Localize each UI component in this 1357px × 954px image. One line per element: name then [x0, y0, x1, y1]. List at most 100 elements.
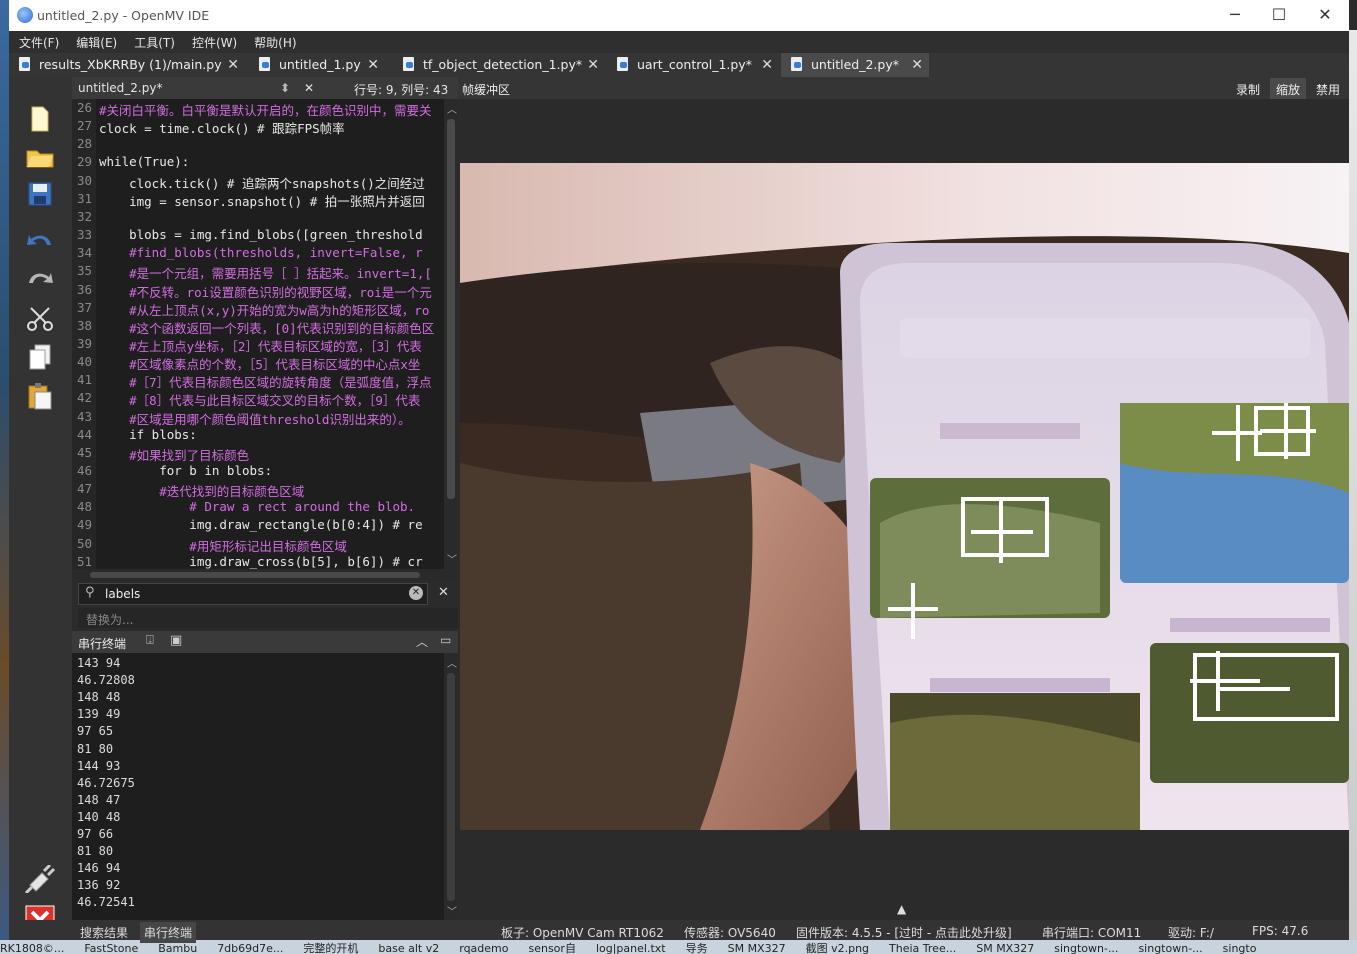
- serial-terminal-output[interactable]: 143 94 46.72808 148 48 139 49 97 65 81 80 144 …: [72, 653, 444, 920]
- code-line[interactable]: img.draw_rectangle(b[0:4]) # re: [99, 517, 422, 532]
- menu-file[interactable]: 文件(F): [9, 31, 66, 51]
- close-tab-icon[interactable]: ✕: [911, 53, 923, 77]
- editor-vertical-scrollbar[interactable]: ︿ ﹀: [444, 99, 458, 569]
- taskbar-item[interactable]: FastStone: [84, 942, 138, 954]
- code-line[interactable]: img = sensor.snapshot() # 拍一张照片并返回: [99, 191, 425, 210]
- code-line[interactable]: blobs = img.find_blobs([green_threshold: [99, 227, 423, 242]
- record-button[interactable]: 录制: [1236, 81, 1260, 98]
- cut-icon[interactable]: [23, 305, 57, 335]
- menu-widgets[interactable]: 控件(W): [182, 31, 244, 51]
- close-tab-icon[interactable]: ✕: [227, 53, 239, 77]
- editor-hscroll-thumb[interactable]: [90, 572, 420, 578]
- code-line[interactable]: #从左上顶点(x,y)开始的宽为w高为h的矩形区域，ro: [99, 300, 429, 319]
- code-line[interactable]: # Draw a rect around the blob.: [99, 499, 415, 514]
- tab-untitled-1[interactable]: untitled_1.py ✕: [249, 53, 385, 77]
- taskbar-item[interactable]: singtown-...: [1138, 942, 1202, 954]
- code-line[interactable]: #这个函数返回一个列表，[0]代表识别到的目标颜色区: [99, 318, 434, 337]
- connect-plug-icon[interactable]: [23, 863, 57, 895]
- code-editor[interactable]: 26 27 28 29 30 31 32 33 34 35 36 37 38 39 40 41 42 43 44 45…: [72, 99, 458, 569]
- taskbar-item[interactable]: SM MX327: [976, 942, 1034, 954]
- code-line[interactable]: #［8］代表与此目标区域交叉的目标个数，［9］代表: [99, 390, 420, 409]
- disable-button[interactable]: 禁用: [1316, 81, 1340, 98]
- close-tab-icon[interactable]: ✕: [587, 53, 599, 77]
- code-line[interactable]: clock = time.clock() # 跟踪FPS帧率: [99, 118, 345, 137]
- copy-icon[interactable]: [23, 343, 57, 373]
- editor-filename[interactable]: untitled_2.py*: [78, 81, 162, 95]
- taskbar-item[interactable]: SM MX327: [728, 942, 786, 954]
- terminal-scroll-thumb[interactable]: [447, 673, 455, 901]
- code-line[interactable]: img.draw_cross(b[5], b[6]) # cr: [99, 554, 422, 569]
- tab-uart-control[interactable]: uart_control_1.py* ✕: [607, 53, 779, 77]
- code-line[interactable]: #如果找到了目标颜色: [99, 445, 249, 464]
- code-line[interactable]: #［7］代表目标颜色区域的旋转角度（是弧度值，浮点: [99, 372, 432, 391]
- find-field[interactable]: ⚲ labels ✕: [78, 583, 428, 605]
- close-tab-icon[interactable]: ✕: [367, 53, 379, 77]
- replace-input[interactable]: 替换为...: [86, 611, 133, 628]
- expand-panel-icon[interactable]: ▲: [897, 902, 906, 916]
- maximize-panel-icon[interactable]: ▭: [440, 633, 451, 647]
- serial-terminal-tab[interactable]: 串行终端: [140, 922, 197, 943]
- save-terminal-icon[interactable]: ▣: [170, 633, 182, 648]
- tab-results-main[interactable]: results_XbKRRBy (1)/main.py ✕: [9, 53, 245, 77]
- undo-icon[interactable]: [23, 227, 57, 257]
- scroll-up-icon[interactable]: ︿: [447, 655, 457, 670]
- close-find-icon[interactable]: ✕: [438, 585, 449, 600]
- code-line[interactable]: #用矩形标记出目标颜色区域: [99, 536, 347, 555]
- scroll-down-icon[interactable]: ﹀: [447, 903, 457, 918]
- taskbar-item[interactable]: rqademo: [459, 942, 508, 954]
- menu-edit[interactable]: 编辑(E): [66, 31, 124, 51]
- taskbar-item[interactable]: singto: [1223, 942, 1257, 954]
- scroll-down-icon[interactable]: ﹀: [447, 551, 457, 566]
- code-line[interactable]: while(True):: [99, 154, 189, 169]
- file-select-arrows-icon[interactable]: ⬍: [280, 81, 290, 95]
- taskbar-item[interactable]: RK1808©...: [0, 942, 64, 954]
- zoom-button[interactable]: 缩放: [1270, 78, 1307, 101]
- code-line[interactable]: if blobs:: [99, 427, 197, 442]
- find-input[interactable]: labels: [105, 587, 140, 601]
- new-file-icon[interactable]: [23, 105, 57, 135]
- open-folder-icon[interactable]: [23, 143, 57, 173]
- code-line[interactable]: #区域是用哪个颜色阈值threshold识别出来的）。: [99, 409, 411, 428]
- taskbar-item[interactable]: log|panel.txt: [596, 942, 666, 954]
- code-line[interactable]: #不反转。roi设置颜色识别的视野区域，roi是一个元: [99, 282, 432, 301]
- code-line[interactable]: clock.tick() # 追踪两个snapshots()之间经过: [99, 173, 425, 192]
- taskbar-item[interactable]: Theia Tree...: [889, 942, 956, 954]
- taskbar-item[interactable]: 导务: [686, 940, 708, 954]
- code-line[interactable]: #迭代找到的目标颜色区域: [99, 481, 304, 500]
- tab-untitled-2[interactable]: untitled_2.py* ✕: [781, 53, 929, 77]
- search-results-tab[interactable]: 搜索结果: [80, 924, 128, 941]
- taskbar-item[interactable]: base alt v2: [378, 942, 439, 954]
- clear-search-icon[interactable]: ✕: [409, 586, 423, 600]
- save-icon[interactable]: [23, 181, 57, 211]
- code-line[interactable]: #find_blobs(thresholds, invert=False, r: [99, 245, 423, 260]
- menu-tools[interactable]: 工具(T): [124, 31, 182, 51]
- redo-icon[interactable]: [23, 265, 57, 295]
- code-line[interactable]: #关闭白平衡。白平衡是默认开启的，在颜色识别中，需要关: [99, 100, 432, 119]
- editor-scroll-thumb[interactable]: [447, 119, 455, 499]
- clear-terminal-icon[interactable]: ⍗: [146, 633, 154, 648]
- code-line[interactable]: #区域像素点的个数，［5］代表目标区域的中心点x坐: [99, 354, 420, 373]
- close-tab-icon[interactable]: ✕: [761, 53, 773, 77]
- minimize-button[interactable]: ─: [1215, 4, 1255, 26]
- taskbar-item[interactable]: 7db69d7e...: [217, 942, 283, 954]
- tab-tf-object-detection[interactable]: tf_object_detection_1.py* ✕: [393, 53, 605, 77]
- close-editor-icon[interactable]: ✕: [304, 81, 314, 95]
- taskbar-item[interactable]: Bambu: [158, 942, 197, 954]
- replace-field[interactable]: 替换为...: [78, 608, 458, 628]
- taskbar-item[interactable]: 截图 v2.png: [806, 940, 869, 954]
- menu-help[interactable]: 帮助(H): [244, 31, 303, 51]
- paste-icon[interactable]: [23, 381, 57, 411]
- collapse-icon[interactable]: ︿: [416, 633, 428, 650]
- terminal-scrollbar[interactable]: ︿ ﹀: [444, 653, 458, 920]
- taskbar-item[interactable]: 完整的开机: [303, 940, 358, 954]
- firmware-info[interactable]: 固件版本: 4.5.5 - [过时 - 点击此处升级]: [796, 924, 1012, 941]
- editor-horizontal-scrollbar[interactable]: [72, 569, 458, 581]
- close-button[interactable]: ✕: [1305, 4, 1345, 26]
- taskbar-item[interactable]: sensor自: [528, 940, 575, 954]
- maximize-button[interactable]: ☐: [1259, 4, 1299, 26]
- scroll-up-icon[interactable]: ︿: [447, 101, 457, 116]
- code-line[interactable]: for b in blobs:: [99, 463, 272, 478]
- code-line[interactable]: #左上顶点y坐标，［2］代表目标区域的宽，［3］代表: [99, 336, 422, 355]
- code-line[interactable]: #是一个元组，需要用括号［ ］括起来。invert=1,[: [99, 263, 432, 282]
- taskbar-item[interactable]: singtown-...: [1054, 942, 1118, 954]
